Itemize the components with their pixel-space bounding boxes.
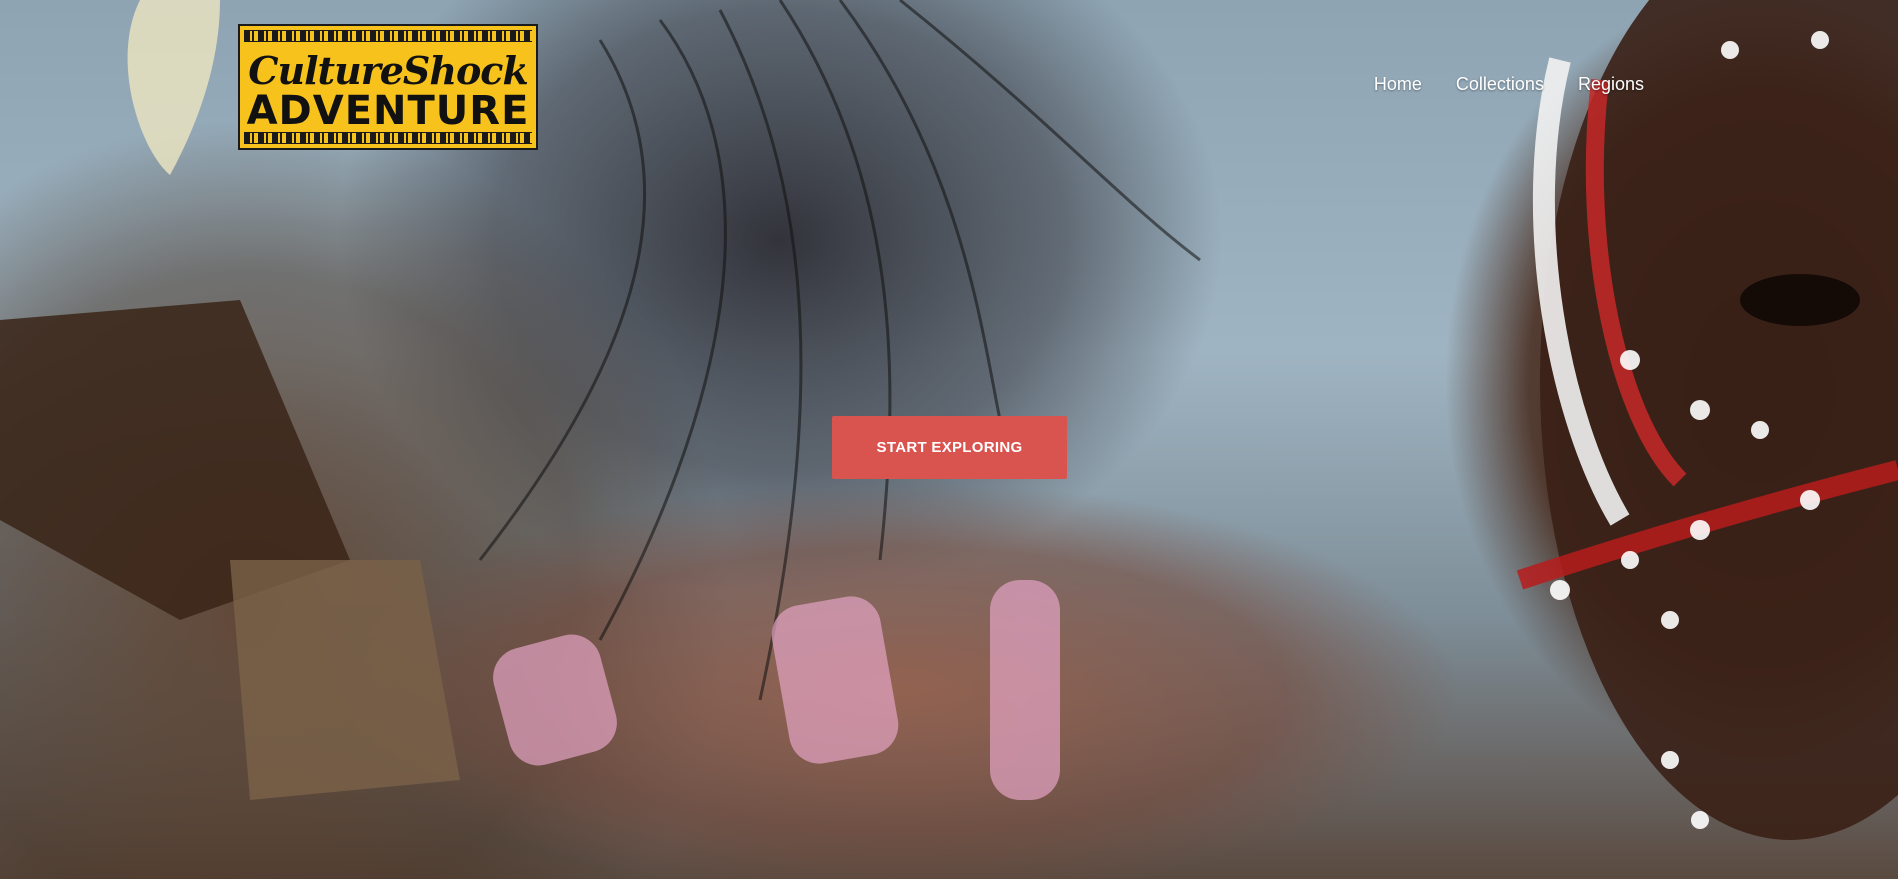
leaf-shape xyxy=(127,0,220,175)
logo-text-culture-shock: CultureShock xyxy=(248,48,529,93)
main-navigation: Home Collections Regions xyxy=(1374,74,1644,95)
logo-border-pattern xyxy=(244,30,532,42)
nav-link-home[interactable]: Home xyxy=(1374,74,1422,95)
start-exploring-button[interactable]: START EXPLORING xyxy=(832,416,1067,479)
logo-text-adventure: ADVENTURE xyxy=(246,88,530,134)
nav-link-regions[interactable]: Regions xyxy=(1578,74,1644,95)
nav-link-collections[interactable]: Collections xyxy=(1456,74,1544,95)
site-logo[interactable]: CultureShock ADVENTURE xyxy=(238,24,538,150)
hero-section: CultureShock ADVENTURE Home Collections … xyxy=(0,0,1898,879)
logo-border-pattern xyxy=(244,132,532,144)
